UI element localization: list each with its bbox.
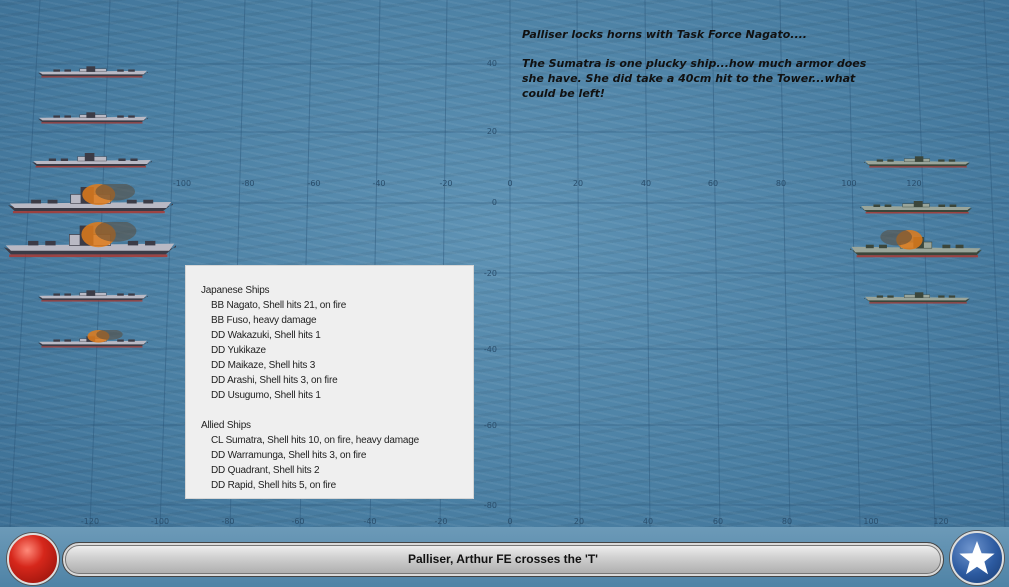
report-row: DD Warramunga, Shell hits 3, on fire [211,450,367,461]
y-tick-label: 0 [492,198,497,207]
x-tick-label: -20 [439,179,452,188]
x-tick-label: -120 [81,517,99,526]
report-row: DD Rapid, Shell hits 5, on fire [211,480,336,491]
x-tick-label: 120 [933,517,948,526]
japanese-ship-1[interactable] [38,60,148,78]
narration-line-1: Palliser locks horns with Task Force Nag… [522,28,807,41]
report-row: BB Nagato, Shell hits 21, on fire [211,300,347,311]
japanese-ship-2[interactable] [38,106,148,124]
report-row: CL Sumatra, Shell hits 10, on fire, heav… [211,435,419,446]
status-message-bar: Palliser, Arthur FE crosses the 'T' [62,542,944,577]
allied-ship-list: CL Sumatra, Shell hits 10, on fire, heav… [201,433,473,493]
japanese-ship-7[interactable] [38,330,148,348]
y-tick-label: -20 [484,269,497,278]
status-message: Palliser, Arthur FE crosses the 'T' [408,552,598,566]
report-row: BB Fuso, heavy damage [211,315,317,326]
narration-text: Palliser locks horns with Task Force Nag… [522,27,882,115]
report-row: DD Quadrant, Shell hits 2 [211,465,320,476]
y-tick-label: 40 [487,59,497,68]
x-tick-label: 0 [507,179,512,188]
y-tick-label: -40 [484,345,497,354]
x-tick-label: 20 [574,517,584,526]
allied-ship-1[interactable] [864,150,970,168]
japanese-ship-list: BB Nagato, Shell hits 21, on fire BB Fus… [201,298,473,403]
allied-ships-header: Allied Ships [201,420,251,431]
report-row: DD Maikaze, Shell hits 3 [211,360,316,371]
y-tick-label: -80 [484,501,497,510]
x-tick-label: 20 [573,179,583,188]
x-tick-label: -40 [363,517,376,526]
x-tick-label: -100 [173,179,191,188]
report-row: DD Arashi, Shell hits 3, on fire [211,375,338,386]
report-row: DD Yukikaze [211,345,266,356]
y-tick-label: -60 [484,421,497,430]
japanese-ship-4[interactable] [8,184,173,214]
x-tick-label: -40 [372,179,385,188]
x-tick-label: -80 [241,179,254,188]
report-row: DD Wakazuki, Shell hits 1 [211,330,321,341]
x-tick-label: 60 [708,179,718,188]
japanese-ship-6[interactable] [38,284,148,302]
x-tick-label: 100 [863,517,878,526]
x-tick-label: -20 [434,517,447,526]
x-tick-label: 40 [643,517,653,526]
japanese-side-button[interactable] [7,533,59,585]
x-tick-label: -80 [221,517,234,526]
x-tick-label: 100 [841,179,856,188]
narration-line-2: The Sumatra is one plucky ship...how muc… [522,57,867,100]
battle-report-panel: Japanese Ships BB Nagato, Shell hits 21,… [186,266,473,498]
x-tick-label: 80 [782,517,792,526]
japanese-ship-3[interactable] [32,148,152,168]
x-tick-label: 120 [906,179,921,188]
x-tick-label: 80 [776,179,786,188]
japanese-ship-5[interactable] [4,222,176,258]
allied-ship-4[interactable] [864,286,970,304]
allied-ship-3[interactable] [850,230,982,258]
allied-side-button[interactable] [950,531,1004,585]
x-tick-label: 0 [507,517,512,526]
x-tick-label: 60 [713,517,723,526]
white-star-icon [959,541,995,575]
report-row: DD Usugumo, Shell hits 1 [211,390,321,401]
x-tick-label: -60 [291,517,304,526]
y-tick-label: 20 [487,127,497,136]
x-tick-label: -60 [307,179,320,188]
allied-ship-2[interactable] [860,194,972,214]
x-tick-label: 40 [641,179,651,188]
x-tick-label: -100 [151,517,169,526]
japanese-ships-header: Japanese Ships [201,285,270,296]
